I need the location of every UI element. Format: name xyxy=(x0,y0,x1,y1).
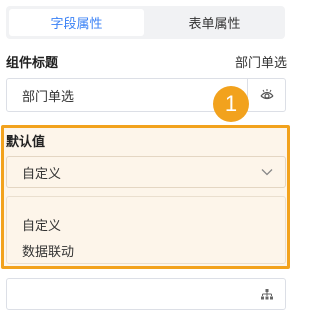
chevron-down-icon[interactable] xyxy=(261,168,273,176)
default-value-label: 默认值 xyxy=(6,135,46,150)
dropdown-option-custom[interactable]: 自定义 xyxy=(7,211,285,237)
component-title-header: 组件标题 部门单选 xyxy=(6,52,287,71)
default-value-dropdown: 自定义 数据联动 xyxy=(6,196,286,264)
department-picker-input[interactable] xyxy=(6,278,286,310)
tab-form-properties[interactable]: 表单属性 xyxy=(147,9,282,36)
component-title-input-value[interactable]: 部门单选 xyxy=(7,86,247,105)
default-value-select[interactable]: 自定义 xyxy=(6,156,286,188)
dropdown-option-data-linkage[interactable]: 数据联动 xyxy=(7,237,285,263)
org-chart-icon[interactable] xyxy=(261,288,273,300)
visibility-toggle[interactable] xyxy=(247,79,285,111)
tab-field-properties[interactable]: 字段属性 xyxy=(9,9,144,36)
default-value-selected: 自定义 xyxy=(22,166,62,182)
step-marker-badge: 1 xyxy=(213,86,249,122)
eye-icon[interactable] xyxy=(260,89,274,101)
component-type-value: 部门单选 xyxy=(234,55,287,71)
component-title-label: 组件标题 xyxy=(6,55,59,71)
property-tabs: 字段属性 表单属性 xyxy=(6,6,285,39)
